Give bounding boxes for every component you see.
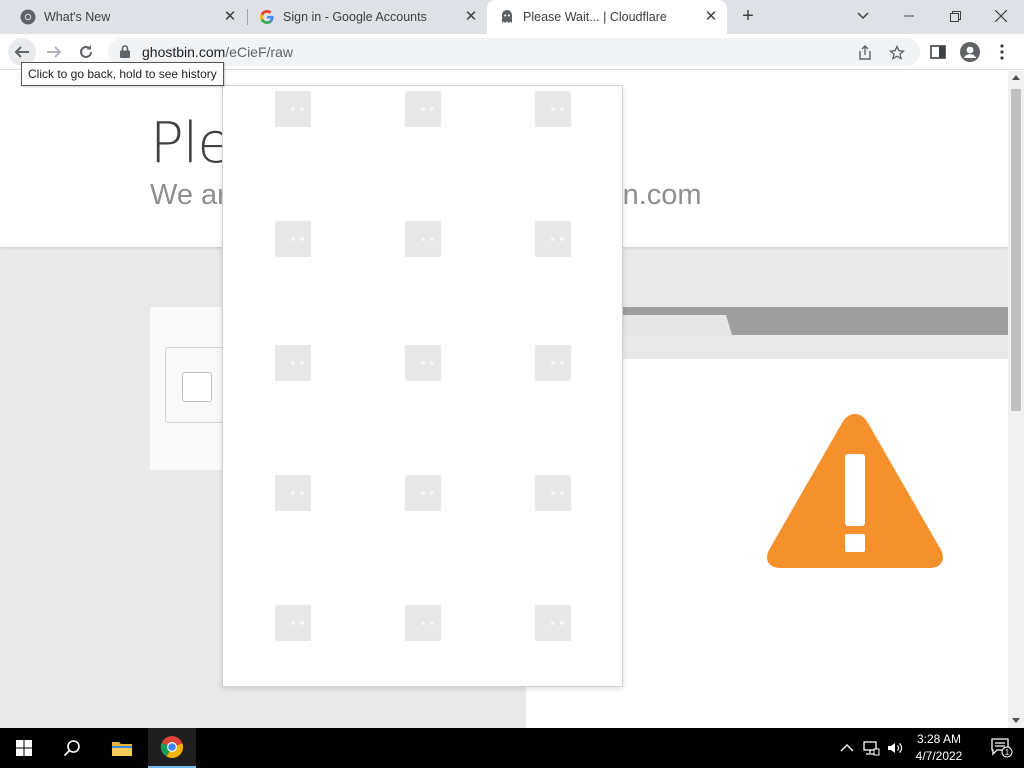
folder-icon (112, 742, 132, 756)
lock-icon[interactable] (120, 45, 130, 58)
start-button[interactable] (0, 728, 48, 768)
back-button-tooltip: Click to go back, hold to see history (21, 62, 224, 86)
challenge-tile[interactable] (275, 91, 311, 127)
google-g-icon (260, 10, 274, 24)
scrollbar-thumb[interactable] (1011, 89, 1021, 411)
warning-icon (767, 414, 943, 568)
close-window-button[interactable] (978, 0, 1024, 32)
search-icon (63, 740, 80, 757)
clock-time: 3:28 AM (916, 732, 962, 746)
captcha-container (150, 307, 245, 470)
close-tab-icon[interactable]: ✕ (222, 9, 238, 25)
share-icon[interactable] (857, 45, 873, 61)
address-bar[interactable]: ghostbin.com/eCieF/raw (108, 38, 920, 66)
challenge-tile[interactable] (535, 221, 571, 257)
challenge-tile[interactable] (535, 91, 571, 127)
side-panel-icon (930, 45, 946, 59)
menu-button[interactable] (988, 38, 1016, 66)
challenge-tile[interactable] (405, 475, 441, 511)
challenge-tile[interactable] (275, 605, 311, 641)
challenge-tile[interactable] (405, 605, 441, 641)
scroll-up-arrow-icon[interactable] (1012, 75, 1020, 80)
notification-center-button[interactable]: 1 (980, 728, 1024, 768)
chrome-icon (160, 736, 184, 759)
tab-title: Please Wait... | Cloudflare (523, 10, 667, 24)
minimize-button[interactable] (886, 0, 932, 32)
subheading-left: We ar (150, 179, 227, 211)
ghost-icon (502, 10, 512, 23)
star-icon[interactable] (889, 45, 905, 61)
captcha-checkbox[interactable] (182, 372, 212, 402)
challenge-popup (222, 85, 623, 687)
challenge-tile[interactable] (535, 345, 571, 381)
chevron-up-icon[interactable] (838, 739, 856, 757)
chevron-down-icon (857, 12, 869, 20)
windows-logo-icon (16, 740, 32, 756)
scroll-down-arrow-icon[interactable] (1012, 718, 1020, 723)
minimize-icon (904, 15, 914, 17)
kebab-menu-icon (1000, 44, 1004, 60)
url-text: ghostbin.com/eCieF/raw (142, 44, 293, 60)
close-icon (995, 10, 1007, 22)
status-bar-tab (726, 315, 1008, 335)
avatar-icon (960, 42, 980, 62)
restore-button[interactable] (932, 0, 978, 32)
chrome-icon (20, 9, 36, 25)
side-panel-button[interactable] (924, 38, 952, 66)
challenge-tile[interactable] (405, 221, 441, 257)
page-scrollbar[interactable] (1008, 71, 1024, 728)
challenge-tile[interactable] (405, 91, 441, 127)
tab-whats-new[interactable]: What's New ✕ (0, 0, 246, 34)
url-host: ghostbin.com (142, 44, 226, 60)
file-explorer-button[interactable] (98, 728, 146, 768)
profile-button[interactable] (956, 38, 984, 66)
status-bar-fill (622, 307, 1008, 315)
search-button[interactable] (48, 728, 96, 768)
arrow-left-icon (14, 46, 29, 58)
challenge-tile[interactable] (535, 475, 571, 511)
tab-title: Sign in - Google Accounts (283, 10, 427, 24)
taskbar-clock[interactable]: 3:28 AM 4/7/2022 (908, 731, 970, 765)
browser-window: What's New ✕ Sign in - Google Accounts ✕… (0, 0, 1024, 728)
tab-google-signin[interactable]: Sign in - Google Accounts ✕ (247, 0, 487, 34)
status-bar-graphic (622, 307, 1008, 335)
network-icon[interactable] (862, 739, 880, 757)
challenge-tile[interactable] (275, 475, 311, 511)
warning-exclamation-bar (845, 454, 865, 526)
url-path: /eCieF/raw (225, 44, 293, 60)
challenge-tile[interactable] (275, 221, 311, 257)
challenge-tile[interactable] (535, 605, 571, 641)
tab-strip: What's New ✕ Sign in - Google Accounts ✕… (0, 0, 1024, 34)
restore-icon (949, 10, 961, 22)
new-tab-button[interactable]: + (737, 6, 759, 28)
notification-icon: 1 (991, 738, 1013, 758)
page-heading: Ple (150, 111, 232, 176)
notification-count: 1 (1005, 748, 1010, 757)
challenge-tile[interactable] (405, 345, 441, 381)
challenge-tile[interactable] (275, 345, 311, 381)
windows-taskbar: 3:28 AM 4/7/2022 1 (0, 728, 1024, 768)
reload-icon (80, 45, 92, 58)
close-tab-icon[interactable]: ✕ (703, 9, 719, 25)
tab-cloudflare[interactable]: Please Wait... | Cloudflare ✕ (487, 0, 727, 34)
close-tab-icon[interactable]: ✕ (463, 9, 479, 25)
clock-date: 4/7/2022 (915, 749, 963, 763)
arrow-right-icon (47, 46, 62, 58)
tab-title: What's New (44, 10, 111, 24)
volume-icon[interactable] (886, 739, 904, 757)
warning-exclamation-dot (845, 534, 865, 552)
chrome-taskbar-button[interactable] (148, 728, 196, 768)
tab-search-button[interactable] (840, 0, 886, 32)
